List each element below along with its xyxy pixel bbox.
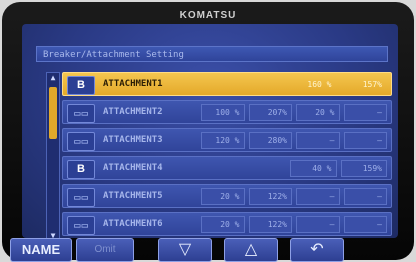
omit-button[interactable]: Omit bbox=[76, 238, 134, 262]
attachment-type-badge: ▭▭ bbox=[67, 188, 95, 207]
attachment-row[interactable]: ▭▭ ATTACHMENT3 120 % 280% — — bbox=[62, 128, 392, 152]
row-values: 40 % 159% bbox=[201, 160, 387, 177]
attachment-type-badge: ▭▭ bbox=[67, 216, 95, 235]
up-button[interactable]: △ bbox=[224, 238, 278, 262]
scroll-up-icon[interactable]: ▲ bbox=[47, 73, 59, 83]
value-cell: — bbox=[296, 132, 340, 149]
value-cell: — bbox=[343, 216, 387, 233]
down-button[interactable]: ▽ bbox=[158, 238, 212, 262]
row-values: 100 % 207% 20 % — bbox=[201, 104, 387, 121]
row-values: 120 % 280% — — bbox=[201, 132, 387, 149]
value-cell: 159% bbox=[340, 160, 387, 177]
scroll-down-icon[interactable]: ▼ bbox=[47, 231, 59, 238]
value-cell: — bbox=[343, 188, 387, 205]
page-title: Breaker/Attachment Setting bbox=[36, 46, 388, 62]
value-cell: 160 % bbox=[307, 80, 332, 89]
attachment-name: ATTACHMENT6 bbox=[103, 219, 163, 229]
row-values: 20 % 122% — — bbox=[201, 188, 387, 205]
return-arrow-icon: ↶ bbox=[310, 241, 324, 258]
softkey-bar: NAME Omit ▽ △ ↶ bbox=[10, 238, 410, 262]
down-triangle-icon: ▽ bbox=[178, 241, 192, 258]
value-cell bbox=[201, 76, 286, 93]
name-button[interactable]: NAME bbox=[10, 238, 72, 262]
value-cell: 157% bbox=[362, 80, 382, 89]
value-cell: 280% bbox=[248, 132, 292, 149]
row-values: 160 % 157% bbox=[201, 76, 387, 93]
attachment-row[interactable]: ▭▭ ATTACHMENT6 20 % 122% — — bbox=[62, 212, 392, 236]
breaker-badge: B bbox=[67, 76, 95, 95]
attachment-name: ATTACHMENT2 bbox=[103, 107, 163, 117]
attachment-row[interactable]: B ATTACHMENT4 40 % 159% bbox=[62, 156, 392, 180]
attachment-name: ATTACHMENT5 bbox=[103, 191, 163, 201]
row-values: 20 % 122% — — bbox=[201, 216, 387, 233]
monitor-bezel: KOMATSU Breaker/Attachment Setting ▲ ▼ B… bbox=[2, 2, 414, 262]
brand-logo: KOMATSU bbox=[179, 10, 237, 21]
breaker-badge: B bbox=[67, 160, 95, 179]
value-cell: 20 % bbox=[201, 216, 245, 233]
value-cell: 20 % bbox=[201, 188, 245, 205]
return-button[interactable]: ↶ bbox=[290, 238, 344, 262]
value-cell bbox=[201, 160, 286, 177]
value-cell: 20 % bbox=[296, 104, 340, 121]
attachment-name: ATTACHMENT4 bbox=[103, 163, 163, 173]
value-cell: — bbox=[343, 132, 387, 149]
value-cell: 120 % bbox=[201, 132, 245, 149]
value-cell: — bbox=[296, 216, 340, 233]
attachment-row[interactable]: ▭▭ ATTACHMENT5 20 % 122% — — bbox=[62, 184, 392, 208]
attachment-type-badge: ▭▭ bbox=[67, 132, 95, 151]
attachment-row[interactable]: ▭▭ ATTACHMENT2 100 % 207% 20 % — bbox=[62, 100, 392, 124]
attachment-type-badge: ▭▭ bbox=[67, 104, 95, 123]
value-cell: 207% bbox=[248, 104, 292, 121]
vertical-scrollbar[interactable]: ▲ ▼ bbox=[46, 72, 60, 238]
value-cell: 122% bbox=[248, 216, 292, 233]
attachment-name: ATTACHMENT1 bbox=[103, 79, 163, 89]
attachment-row[interactable]: B ATTACHMENT1 160 % 157% bbox=[62, 72, 392, 96]
value-cell: 122% bbox=[248, 188, 292, 205]
value-cell: 40 % bbox=[290, 160, 337, 177]
value-cell: — bbox=[296, 188, 340, 205]
attachment-list: B ATTACHMENT1 160 % 157% ▭▭ ATTACHMENT2 … bbox=[62, 72, 392, 238]
scroll-thumb[interactable] bbox=[49, 87, 57, 139]
value-cell: — bbox=[343, 104, 387, 121]
attachment-name: ATTACHMENT3 bbox=[103, 135, 163, 145]
up-triangle-icon: △ bbox=[244, 241, 258, 258]
value-cell: 100 % bbox=[201, 104, 245, 121]
monitor-screen: Breaker/Attachment Setting ▲ ▼ B ATTACHM… bbox=[22, 24, 398, 238]
